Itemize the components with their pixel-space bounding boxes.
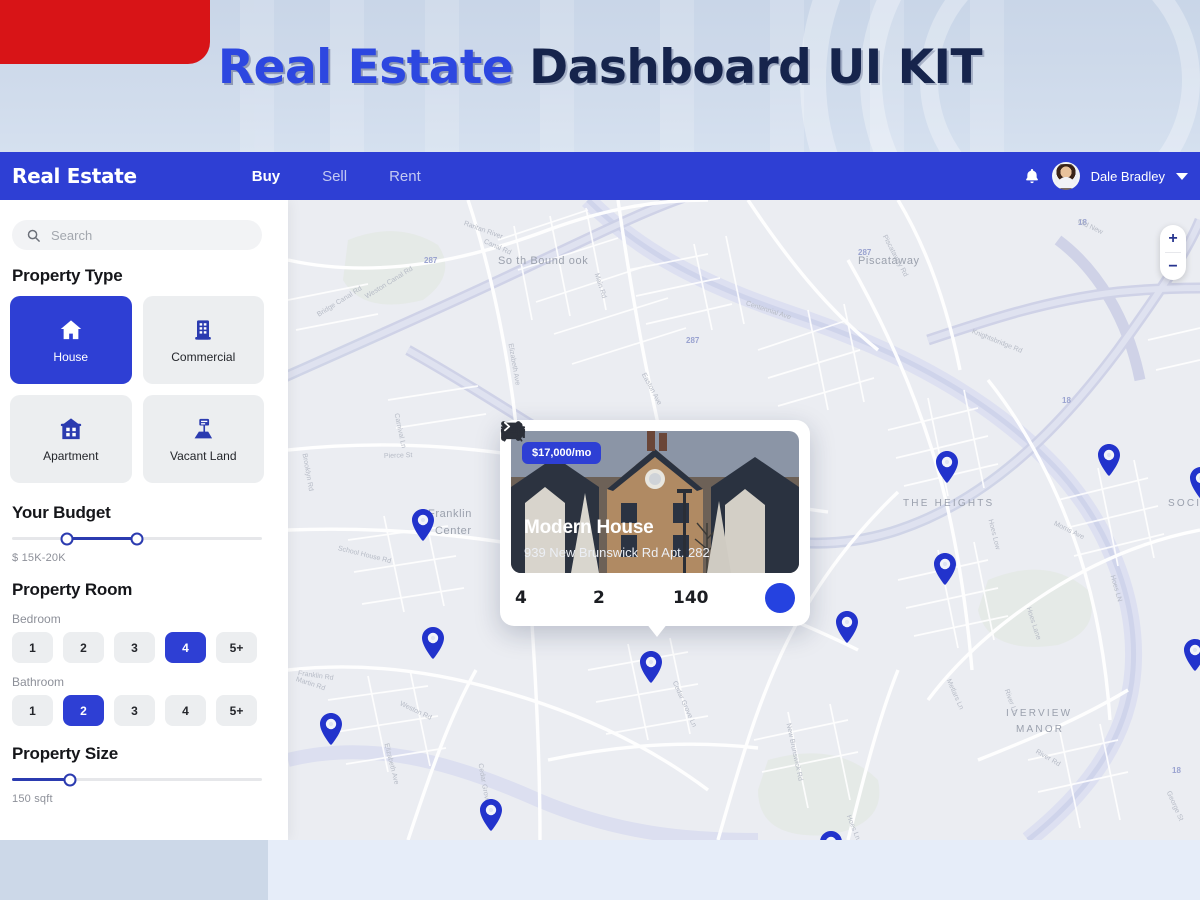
- property-room-title: Property Room: [12, 580, 133, 599]
- view-property-button[interactable]: [504, 421, 795, 613]
- map-canvas[interactable]: 287 287 287 18 18 18 So th Bound ook Fra…: [288, 200, 1200, 840]
- property-type-apartment-label: Apartment: [43, 448, 99, 463]
- budget-title: Your Budget: [12, 503, 111, 522]
- stat-area: 140: [501, 421, 709, 608]
- bedroom-label: Bedroom: [12, 612, 61, 626]
- bathroom-option-5plus[interactable]: 5+: [216, 695, 257, 726]
- budget-slider-knob-max[interactable]: [130, 532, 144, 545]
- stat-bathrooms: 2: [500, 422, 673, 608]
- bedroom-option-2[interactable]: 2: [63, 632, 104, 663]
- map-pin[interactable]: [1096, 443, 1122, 477]
- budget-slider-knob-min[interactable]: [60, 532, 74, 545]
- stat-bedrooms-value: 4: [515, 588, 527, 608]
- user-name: Dale Bradley: [1090, 168, 1165, 184]
- bedroom-options: 1 2 3 4 5+: [12, 632, 262, 663]
- red-corner-tab: [0, 0, 210, 64]
- apartment-icon: [60, 417, 81, 439]
- promo-title-main: Dashboard UI KIT: [529, 40, 983, 95]
- map-pin[interactable]: [934, 450, 960, 484]
- home-icon: [60, 319, 81, 339]
- bathroom-label: Bathroom: [12, 675, 65, 689]
- map-pin[interactable]: [818, 830, 844, 840]
- navbar-right: Dale Bradley: [1023, 162, 1200, 190]
- property-type-apartment[interactable]: Apartment: [10, 395, 132, 483]
- property-stats: 4 2 140: [500, 421, 799, 615]
- stat-area-value: 140: [673, 588, 709, 608]
- map-pin[interactable]: [638, 650, 664, 684]
- zoom-out-button[interactable]: −: [1160, 253, 1186, 280]
- bedroom-option-4[interactable]: 4: [165, 632, 206, 663]
- nav-link-rent[interactable]: Rent: [389, 168, 421, 185]
- property-image: $17,000/mo Modern House 939 New Brunswic…: [511, 431, 799, 573]
- map-pin[interactable]: [834, 610, 860, 644]
- property-type-title: Property Type: [12, 266, 123, 285]
- bathroom-option-3[interactable]: 3: [114, 695, 155, 726]
- chevron-down-icon[interactable]: [1176, 172, 1188, 180]
- map-pin[interactable]: [932, 552, 958, 586]
- property-type-vacant-land-label: Vacant Land: [170, 448, 237, 463]
- bedroom-option-3[interactable]: 3: [114, 632, 155, 663]
- map-pin[interactable]: [420, 626, 446, 660]
- price-badge: $17,000/mo: [522, 442, 602, 464]
- budget-value: $ 15K-20K: [12, 552, 66, 564]
- map-pin[interactable]: [1182, 638, 1200, 672]
- land-sign-icon: [194, 418, 213, 438]
- property-size-fill: [12, 778, 70, 781]
- nav-link-buy[interactable]: Buy: [252, 168, 280, 185]
- brand-logo[interactable]: Real Estate: [12, 164, 137, 188]
- promo-banner: Real Estate Dashboard UI KIT: [0, 0, 1200, 152]
- stat-bathrooms-value: 2: [593, 588, 605, 608]
- property-type-commercial[interactable]: Commercial: [142, 296, 264, 384]
- top-navbar: Real Estate Buy Sell Rent Dale Bradley: [0, 152, 1200, 200]
- nav-link-sell[interactable]: Sell: [322, 168, 347, 185]
- bathroom-option-4[interactable]: 4: [165, 695, 206, 726]
- map-pin[interactable]: [1188, 466, 1200, 500]
- bedroom-option-5plus[interactable]: 5+: [216, 632, 257, 663]
- property-type-house[interactable]: House: [10, 296, 132, 384]
- chevron-right-icon: [504, 421, 511, 432]
- search-placeholder: Search: [51, 227, 93, 243]
- map-pin[interactable]: [410, 508, 436, 542]
- property-type-commercial-label: Commercial: [171, 349, 236, 364]
- page-bottom-area: [0, 840, 1200, 900]
- property-address: 939 New Brunswick Rd Apt. 282: [524, 545, 710, 560]
- stat-bedrooms: 4: [500, 422, 593, 608]
- app-window: Real Estate Buy Sell Rent Dale Bradley S…: [0, 152, 1200, 840]
- map-pin[interactable]: [478, 798, 504, 832]
- budget-slider[interactable]: $ 15K-20K: [12, 532, 262, 564]
- filter-sidebar: Search Property Type House Commercial Ap…: [0, 200, 288, 840]
- property-type-vacant-land[interactable]: Vacant Land: [142, 395, 264, 483]
- page-bottom-left-block: [0, 840, 268, 900]
- map-zoom-controls: + −: [1160, 225, 1186, 280]
- property-size-knob[interactable]: [63, 773, 76, 786]
- search-icon: [27, 229, 40, 242]
- property-size-value: 150 sqft: [12, 793, 53, 805]
- bell-icon[interactable]: [1023, 167, 1041, 186]
- avatar[interactable]: [1051, 162, 1080, 190]
- search-input[interactable]: Search: [12, 220, 262, 250]
- property-type-grid: House Commercial Apartment Vacant Land: [10, 296, 264, 483]
- primary-nav: Buy Sell Rent: [252, 168, 421, 185]
- promo-title-accent: Real Estate: [217, 40, 530, 95]
- map-pin[interactable]: [318, 712, 344, 746]
- property-size-track[interactable]: [12, 773, 262, 786]
- property-type-house-label: House: [53, 349, 89, 364]
- bathroom-options: 1 2 3 4 5+: [12, 695, 262, 726]
- office-building-icon: [195, 319, 212, 340]
- page-root: Real Estate Dashboard UI KIT Real Estate…: [0, 0, 1200, 900]
- property-size-title: Property Size: [12, 744, 119, 763]
- bathroom-option-1[interactable]: 1: [12, 695, 53, 726]
- bathroom-option-2[interactable]: 2: [63, 695, 104, 726]
- zoom-in-button[interactable]: +: [1160, 225, 1186, 252]
- property-popup-card[interactable]: $17,000/mo Modern House 939 New Brunswic…: [500, 420, 810, 637]
- property-title: Modern House: [524, 517, 654, 538]
- bedroom-option-1[interactable]: 1: [12, 632, 53, 663]
- budget-slider-fill: [67, 537, 137, 540]
- budget-slider-track[interactable]: [12, 532, 262, 545]
- property-size-slider[interactable]: 150 sqft: [12, 773, 262, 805]
